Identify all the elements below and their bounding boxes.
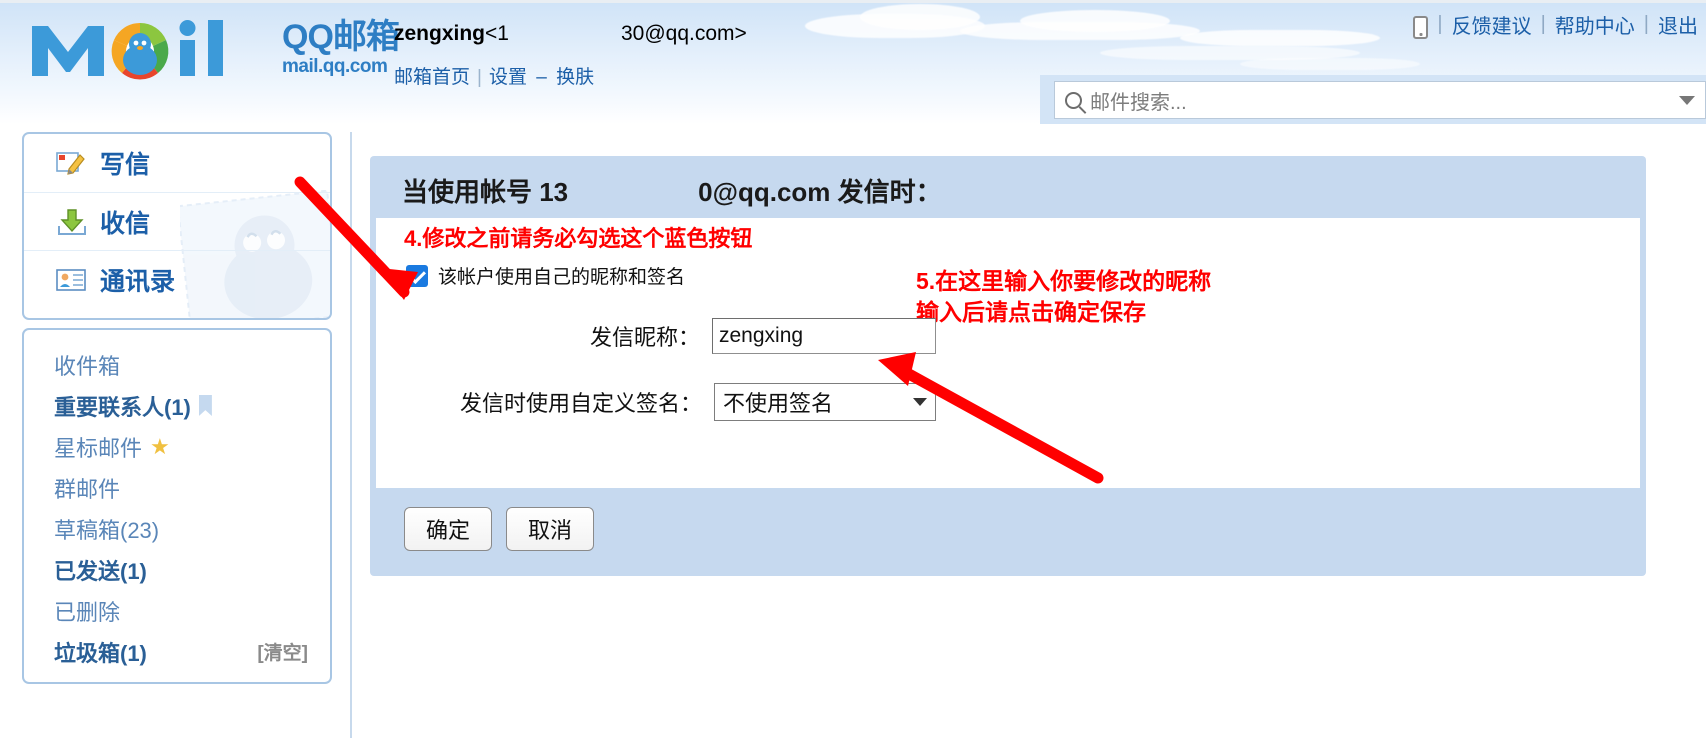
folder-item-important-contacts[interactable]: 重要联系人(1) bbox=[24, 385, 330, 426]
nickname-label: 发信昵称： bbox=[589, 325, 700, 350]
card-title-prefix: 当使用帐号 13 bbox=[402, 176, 569, 207]
cloud-decoration bbox=[1180, 30, 1380, 46]
annotation-step-5-line2: 输入后请点击确定保存 bbox=[916, 299, 1146, 326]
folder-item-drafts[interactable]: 草稿箱(23) bbox=[24, 508, 330, 549]
chevron-down-icon bbox=[913, 398, 927, 406]
empty-trash-link[interactable]: [清空] bbox=[257, 638, 308, 665]
folder-label: 收件箱 bbox=[54, 353, 121, 379]
inbox-download-icon bbox=[56, 208, 86, 236]
link-separator: | bbox=[1437, 13, 1443, 35]
nickname-input[interactable] bbox=[712, 318, 936, 354]
change-skin-link[interactable]: 换肤 bbox=[556, 67, 594, 88]
folder-item-deleted[interactable]: 已删除 bbox=[24, 590, 330, 631]
mail-logo-icon bbox=[28, 18, 278, 80]
sidebar-item-label: 通讯录 bbox=[100, 267, 176, 296]
nickname-row: 发信昵称： bbox=[376, 318, 936, 354]
qq-mail-logo[interactable]: QQ邮箱 mail.qq.com bbox=[28, 18, 400, 80]
folder-label: 已删除 bbox=[54, 599, 121, 625]
link-separator: | bbox=[1643, 13, 1649, 35]
search-icon bbox=[1065, 91, 1082, 109]
header-top-rule bbox=[0, 0, 1706, 3]
signature-select-value: 不使用签名 bbox=[723, 391, 834, 416]
contacts-card-icon bbox=[56, 266, 86, 294]
sidebar-item-contacts[interactable]: 通讯录 bbox=[24, 250, 330, 308]
sidebar-item-label: 收信 bbox=[100, 209, 151, 238]
search-box[interactable]: 邮件搜索... bbox=[1054, 81, 1706, 119]
account-email-suffix: 30@qq.com> bbox=[620, 22, 747, 45]
settings-link[interactable]: 设置 bbox=[489, 67, 527, 88]
signature-row: 发信时使用自定义签名： 不使用签名 bbox=[376, 383, 936, 421]
main-content: 当使用帐号 13 0@qq.com 发信时： 4.修改之前请务必勾选这个蓝色按钮 … bbox=[350, 132, 1706, 738]
link-separator: | bbox=[1540, 13, 1546, 35]
logout-link[interactable]: 退出 bbox=[1658, 10, 1698, 39]
sidebar-item-receive[interactable]: 收信 bbox=[24, 192, 330, 250]
account-name: zengxing bbox=[394, 22, 486, 45]
sidebar-nav-panel: 写信 收信 通讯录 bbox=[22, 132, 332, 320]
cancel-button[interactable]: 取消 bbox=[506, 507, 594, 551]
link-separator: | bbox=[477, 67, 482, 88]
header-utility-links: | 反馈建议 | 帮助中心 | 退出 bbox=[1413, 10, 1698, 39]
account-email-prefix: <1 bbox=[485, 22, 509, 45]
folder-label: 重要联系人(1) bbox=[54, 394, 191, 420]
sidebar-item-compose[interactable]: 写信 bbox=[24, 134, 330, 192]
account-address: zengxing<1 30@qq.com> bbox=[394, 22, 747, 46]
signature-select[interactable]: 不使用签名 bbox=[714, 383, 936, 421]
cloud-decoration bbox=[860, 4, 980, 30]
folder-label: 已发送(1) bbox=[54, 558, 147, 584]
folder-label: 草稿箱(23) bbox=[54, 517, 160, 543]
confirm-button[interactable]: 确定 bbox=[404, 507, 492, 551]
card-footer-actions: 确定 取消 bbox=[376, 488, 1640, 570]
mail-home-link[interactable]: 邮箱首页 bbox=[394, 67, 470, 88]
mobile-phone-icon[interactable] bbox=[1413, 16, 1429, 39]
folder-label: 群邮件 bbox=[54, 476, 121, 502]
account-links: 邮箱首页 | 设置 – 换肤 bbox=[394, 62, 594, 89]
help-center-link[interactable]: 帮助中心 bbox=[1555, 10, 1635, 39]
flag-icon bbox=[198, 395, 212, 416]
feedback-link[interactable]: 反馈建议 bbox=[1452, 10, 1532, 39]
page-header: QQ邮箱 mail.qq.com zengxing<1 30@qq.com> 邮箱… bbox=[0, 0, 1706, 124]
signature-label: 发信时使用自定义签名： bbox=[459, 391, 702, 416]
cloud-decoration bbox=[1240, 58, 1420, 70]
folder-item-sent[interactable]: 已发送(1) bbox=[24, 549, 330, 590]
card-title-suffix: 0@qq.com 发信时： bbox=[698, 176, 942, 207]
search-input[interactable]: 邮件搜索... bbox=[1090, 86, 1669, 115]
sidebar-folder-panel: 收件箱 重要联系人(1) 星标邮件 ★ 群邮件 草稿箱(23) 已发送(1) 已… bbox=[22, 328, 332, 684]
annotation-step-5: 5.在这里输入你要修改的昵称 输入后请点击确定保存 bbox=[916, 266, 1211, 328]
folder-item-inbox[interactable]: 收件箱 bbox=[24, 344, 330, 385]
folder-item-starred[interactable]: 星标邮件 ★ bbox=[24, 426, 330, 467]
compose-icon bbox=[56, 149, 86, 177]
search-container: 邮件搜索... bbox=[1040, 75, 1706, 124]
card-body: 4.修改之前请务必勾选这个蓝色按钮 该帐户使用自己的昵称和签名 5.在这里输入你… bbox=[376, 218, 1640, 488]
own-nickname-checkbox-row[interactable]: 该帐户使用自己的昵称和签名 bbox=[406, 262, 685, 289]
annotation-step-4: 4.修改之前请务必勾选这个蓝色按钮 bbox=[404, 226, 753, 251]
star-icon: ★ bbox=[150, 433, 170, 459]
own-nickname-checkbox-label: 该帐户使用自己的昵称和签名 bbox=[438, 267, 686, 288]
sender-settings-card: 当使用帐号 13 0@qq.com 发信时： 4.修改之前请务必勾选这个蓝色按钮 … bbox=[370, 156, 1646, 576]
cloud-decoration bbox=[1020, 10, 1170, 32]
folder-label: 星标邮件 bbox=[54, 435, 143, 461]
own-nickname-checkbox[interactable] bbox=[406, 264, 428, 287]
folder-label: 垃圾箱(1) bbox=[54, 640, 147, 666]
folder-item-group-mail[interactable]: 群邮件 bbox=[24, 467, 330, 508]
chevron-down-icon[interactable] bbox=[1679, 95, 1695, 105]
annotation-step-5-line1: 5.在这里输入你要修改的昵称 bbox=[916, 268, 1212, 294]
logo-brand-url: mail.qq.com bbox=[282, 56, 388, 77]
card-title: 当使用帐号 13 0@qq.com 发信时： bbox=[376, 162, 1640, 218]
folder-item-trash[interactable]: 垃圾箱(1) [清空] bbox=[24, 631, 330, 672]
link-dash: – bbox=[530, 67, 553, 88]
logo-brand-cn: QQ邮箱 bbox=[282, 18, 400, 56]
sidebar: 写信 收信 通讯录 收件箱 重要联系人(1) 星标邮件 ★ 群邮件 草稿箱(23… bbox=[22, 132, 332, 684]
sidebar-item-label: 写信 bbox=[100, 151, 151, 179]
